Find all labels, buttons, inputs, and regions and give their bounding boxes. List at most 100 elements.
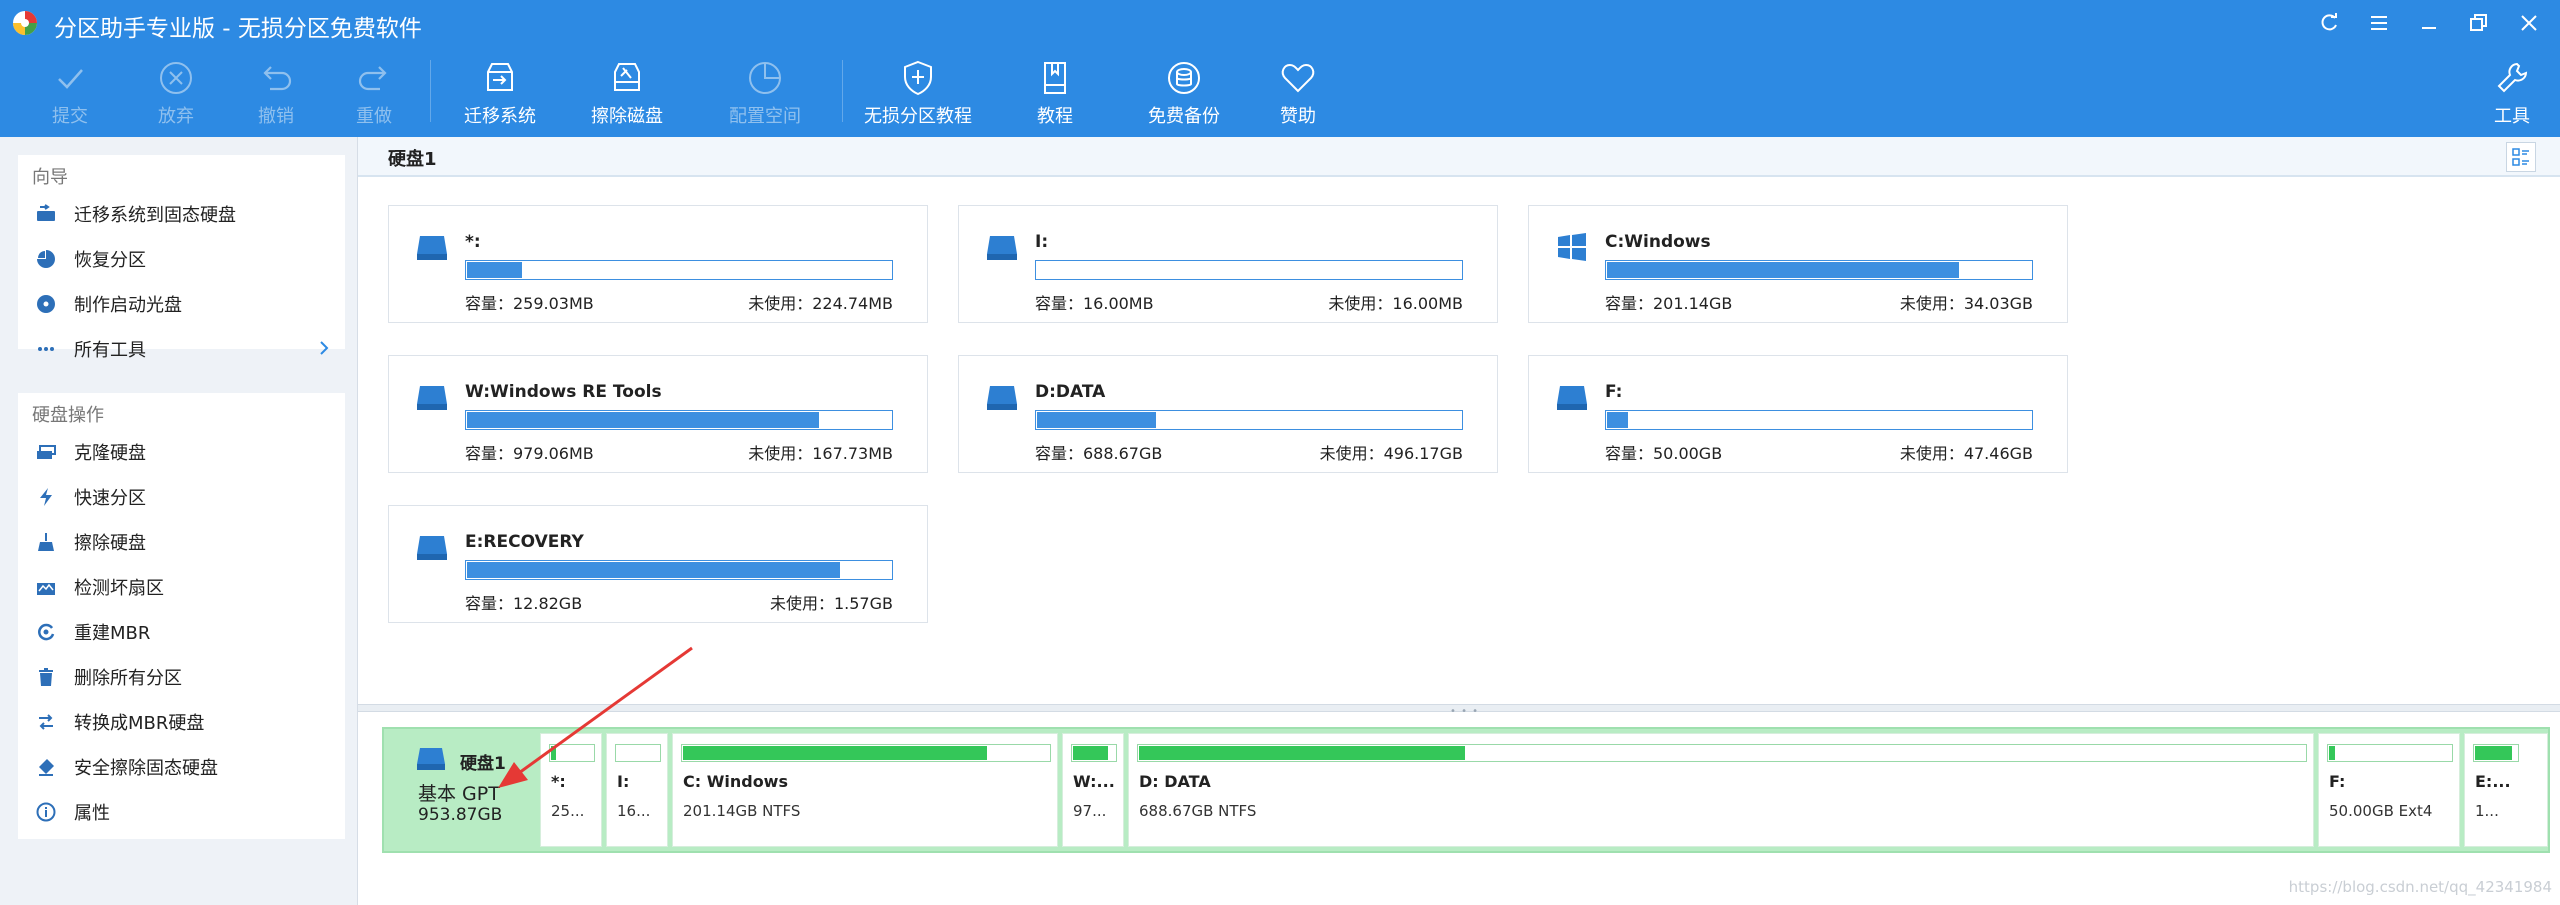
partition-card[interactable]: D:DATA 容量：688.67GB 未使用：496.17GB [958, 355, 1498, 473]
wipe-disk-icon [614, 63, 640, 91]
minimize-button[interactable] [2412, 8, 2446, 38]
boot-disc-icon [37, 294, 55, 313]
panel-splitter[interactable]: • • • [358, 704, 2560, 717]
sidebar-item-convert-mbr[interactable]: 转换成MBR硬盘 [18, 699, 345, 744]
redo-icon [358, 66, 387, 91]
drive-icon [987, 386, 1017, 410]
migrate-disk-icon [487, 63, 513, 91]
title-bar: 分区助手专业版 - 无损分区免费软件 [0, 0, 2560, 46]
partition-card[interactable]: E:RECOVERY 容量：12.82GB 未使用：1.57GB [388, 505, 928, 623]
more-dots-icon [38, 346, 54, 351]
partition-usage-bar [2473, 744, 2519, 762]
sidebar-item-delete-all-partitions[interactable]: 删除所有分区 [18, 654, 345, 699]
disk-header: 硬盘1 [358, 137, 2560, 177]
drive-icon [417, 748, 445, 770]
migrate-system-button[interactable]: 迁移系统 [440, 54, 560, 132]
trash-icon [39, 667, 53, 686]
usage-fill [467, 562, 841, 578]
partition-card[interactable]: F: 容量：50.00GB 未使用：47.46GB [1528, 355, 2068, 473]
disk-summary[interactable]: 硬盘1 基本 GPT 953.87GB [384, 729, 534, 851]
partition-card[interactable]: I: 容量：16.00MB 未使用：16.00MB [958, 205, 1498, 323]
sidebar-item-migrate-ssd[interactable]: 迁移系统到固态硬盘 [18, 191, 345, 236]
submit-button[interactable]: 提交 [10, 54, 130, 132]
partition-usage-fill [1139, 746, 1466, 760]
hamburger-icon [2371, 16, 2387, 30]
undo-icon [263, 66, 292, 91]
usage-bar [1035, 260, 1463, 280]
minimize-icon [2422, 27, 2436, 29]
disk-operations-heading: 硬盘操作 [32, 405, 104, 426]
refresh-icon [2321, 13, 2337, 31]
lossless-partition-tutorial-button[interactable]: 无损分区教程 [858, 54, 978, 132]
partition-block[interactable]: W:... 97... [1062, 733, 1124, 847]
sidebar-item-secure-erase-ssd[interactable]: 安全擦除固态硬盘 [18, 744, 345, 789]
partition-usage-bar [1137, 744, 2307, 762]
app-window: 分区助手专业版 - 无损分区免费软件 提交 放弃 撤销 重做 迁移系统 擦除磁盘… [0, 0, 2560, 905]
sidebar-item-bad-sector[interactable]: 检测坏扇区 [18, 564, 345, 609]
sponsor-button[interactable]: 赞助 [1238, 54, 1358, 132]
drive-icon [417, 386, 447, 410]
partition-usage-fill [2475, 746, 2512, 760]
eraser-icon [39, 758, 54, 776]
wipe-disk-button[interactable]: 擦除磁盘 [567, 54, 687, 132]
partition-usage-bar [681, 744, 1051, 762]
info-icon [36, 802, 56, 821]
restore-button[interactable] [2462, 8, 2496, 38]
usage-bar [465, 560, 893, 580]
cancel-circle-icon [160, 62, 192, 94]
free-backup-button[interactable]: 免费备份 [1124, 54, 1244, 132]
partition-card[interactable]: C:Windows 容量：201.14GB 未使用：34.03GB [1528, 205, 2068, 323]
drive-icon [417, 536, 447, 560]
partition-usage-fill [1073, 746, 1108, 760]
list-view-icon [2512, 148, 2529, 166]
backup-icon [1168, 62, 1200, 94]
partition-block[interactable]: F: 50.00GB Ext4 [2318, 733, 2460, 847]
chevron-right-icon [320, 341, 329, 355]
sidebar-item-all-tools[interactable]: 所有工具 [18, 326, 345, 371]
partition-block[interactable]: C: Windows 201.14GB NTFS [672, 733, 1058, 847]
partition-block[interactable]: I: 16... [606, 733, 668, 847]
allocate-space-icon [749, 62, 781, 94]
app-logo-icon [13, 11, 37, 35]
partition-usage-bar [2327, 744, 2453, 762]
close-button[interactable] [2512, 8, 2546, 38]
sidebar-item-boot-disc[interactable]: 制作启动光盘 [18, 281, 345, 326]
tutorial-button[interactable]: 教程 [995, 54, 1115, 132]
redo-button[interactable]: 重做 [314, 54, 434, 132]
sidebar-item-clone-disk[interactable]: 克隆硬盘 [18, 429, 345, 474]
wizard-panel: 向导 迁移系统到固态硬盘 恢复分区 制作启动光盘 所有工具 [18, 155, 345, 361]
main-panel: 硬盘1 *: 容量：259.03MB 未使用：224.74MB I: 容量：16… [358, 137, 2560, 905]
top-bar: 分区助手专业版 - 无损分区免费软件 提交 放弃 撤销 重做 迁移系统 擦除磁盘… [0, 0, 2560, 137]
partition-block[interactable]: D: DATA 688.67GB NTFS [1128, 733, 2314, 847]
partition-block[interactable]: *: 25... [540, 733, 602, 847]
window-title: 分区助手专业版 - 无损分区免费软件 [54, 16, 422, 42]
partition-usage-bar [1071, 744, 1117, 762]
shield-icon [904, 60, 932, 96]
toolbar-separator [842, 60, 843, 122]
close-icon [2521, 15, 2537, 31]
menu-button[interactable] [2362, 8, 2396, 38]
migrate-ssd-icon [37, 203, 55, 221]
toolbar-separator [430, 60, 431, 122]
refresh-button[interactable] [2312, 8, 2346, 38]
splitter-grip-icon: • • • [1450, 706, 1480, 717]
sidebar-item-wipe-disk[interactable]: 擦除硬盘 [18, 519, 345, 564]
sidebar-item-quick-partition[interactable]: 快速分区 [18, 474, 345, 519]
convert-icon [39, 713, 53, 730]
partition-card[interactable]: W:Windows RE Tools 容量：979.06MB 未使用：167.7… [388, 355, 928, 473]
tools-button[interactable]: 工具 [2452, 54, 2560, 132]
allocate-space-button[interactable]: 配置空间 [705, 54, 825, 132]
toolbar: 提交 放弃 撤销 重做 迁移系统 擦除磁盘 配置空间 无损分区教程 教程 免费备… [0, 48, 2560, 137]
partition-usage-fill [683, 746, 987, 760]
sidebar-item-rebuild-mbr[interactable]: 重建MBR [18, 609, 345, 654]
sidebar-item-properties[interactable]: 属性 [18, 789, 345, 834]
sidebar-item-recover-partition[interactable]: 恢复分区 [18, 236, 345, 281]
usage-bar [1035, 410, 1463, 430]
recover-partition-icon [37, 249, 55, 268]
watermark: https://blog.csdn.net/qq_42341984 [2288, 878, 2552, 896]
usage-bar [1605, 410, 2033, 430]
partition-block[interactable]: E:... 1... [2464, 733, 2548, 847]
book-icon [1044, 62, 1066, 94]
partition-card[interactable]: *: 容量：259.03MB 未使用：224.74MB [388, 205, 928, 323]
view-toggle-button[interactable] [2506, 142, 2536, 172]
